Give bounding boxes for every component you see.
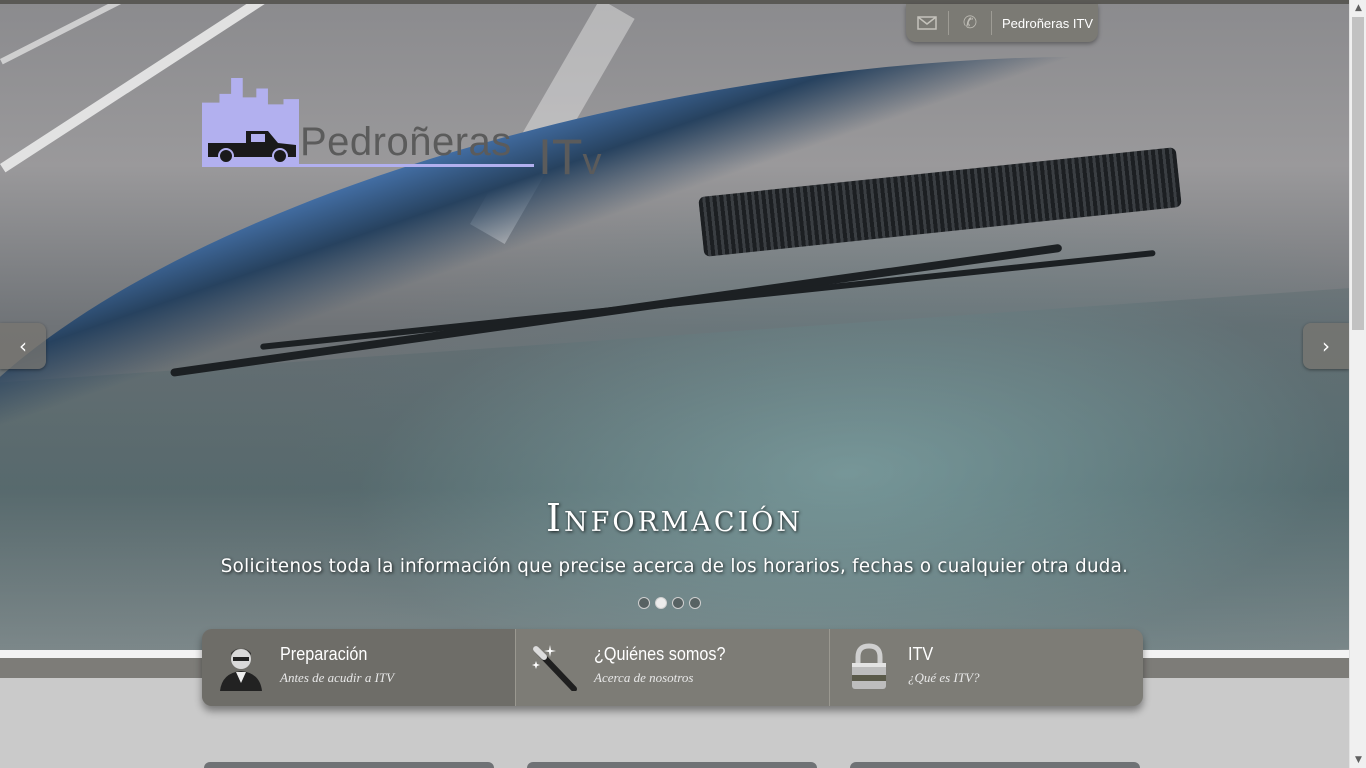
businessman-icon [220,648,262,691]
slide-dot[interactable] [689,597,701,609]
scroll-down-icon[interactable]: ▼ [1350,752,1366,768]
slide-description: Solicitenos toda la información que prec… [220,555,1129,577]
content-thumbnail[interactable] [204,762,494,768]
slide-dot[interactable] [638,597,650,609]
slider-prev-button[interactable]: ‹ [0,323,46,369]
logo-itv: ITv [538,129,602,185]
slide-dot-active[interactable] [655,597,667,609]
menu-item-title: Preparación [280,644,368,664]
menu-item-itv[interactable]: ITV ¿Qué es ITV? [830,629,1143,706]
menu-item-title: ITV [908,644,934,664]
menu-item-preparacion[interactable]: Preparación Antes de acudir a ITV [202,629,516,706]
slider-next-button[interactable]: › [1303,323,1349,369]
topbar-site-link[interactable]: Pedroñeras ITV [992,16,1093,31]
slide-title: Información [545,496,804,540]
scrollbar-thumb[interactable] [1352,17,1364,330]
chevron-left-icon: ‹ [19,334,27,358]
content-thumbnail[interactable] [527,762,817,768]
menu-item-subtitle: Antes de acudir a ITV [280,670,395,685]
magic-wand-icon [532,645,577,691]
mail-button[interactable] [906,4,948,42]
site-logo[interactable]: Pedroñeras ITv [202,78,622,188]
menu-item-title: ¿Quiénes somos? [594,644,726,664]
phone-button[interactable]: ✆ [949,4,991,42]
padlock-icon [852,643,886,689]
phone-icon: ✆ [962,13,978,33]
menu-item-subtitle: Acerca de nosotros [594,670,694,685]
feature-menu: Preparación Antes de acudir a ITV ¿Quién… [202,629,1143,706]
logo-text: Pedroñeras [300,120,512,164]
menu-item-quienes-somos[interactable]: ¿Quiénes somos? Acerca de nosotros [516,629,830,706]
contact-topbar: ✆ Pedroñeras ITV [906,4,1098,42]
page-scrollbar[interactable]: ▲ ▼ [1349,0,1366,768]
slide-dot[interactable] [672,597,684,609]
road-stripe [0,4,146,65]
slider-pagination [638,597,701,609]
content-thumbnail[interactable] [850,762,1140,768]
truck-icon [208,131,296,163]
hero-slider: Pedroñeras ITv ‹ › Información Soliciten… [0,4,1349,650]
logo-underline [202,164,534,167]
chevron-right-icon: › [1322,334,1330,358]
scroll-up-icon[interactable]: ▲ [1350,0,1366,16]
envelope-icon [917,16,937,30]
menu-item-subtitle: ¿Qué es ITV? [908,670,980,685]
